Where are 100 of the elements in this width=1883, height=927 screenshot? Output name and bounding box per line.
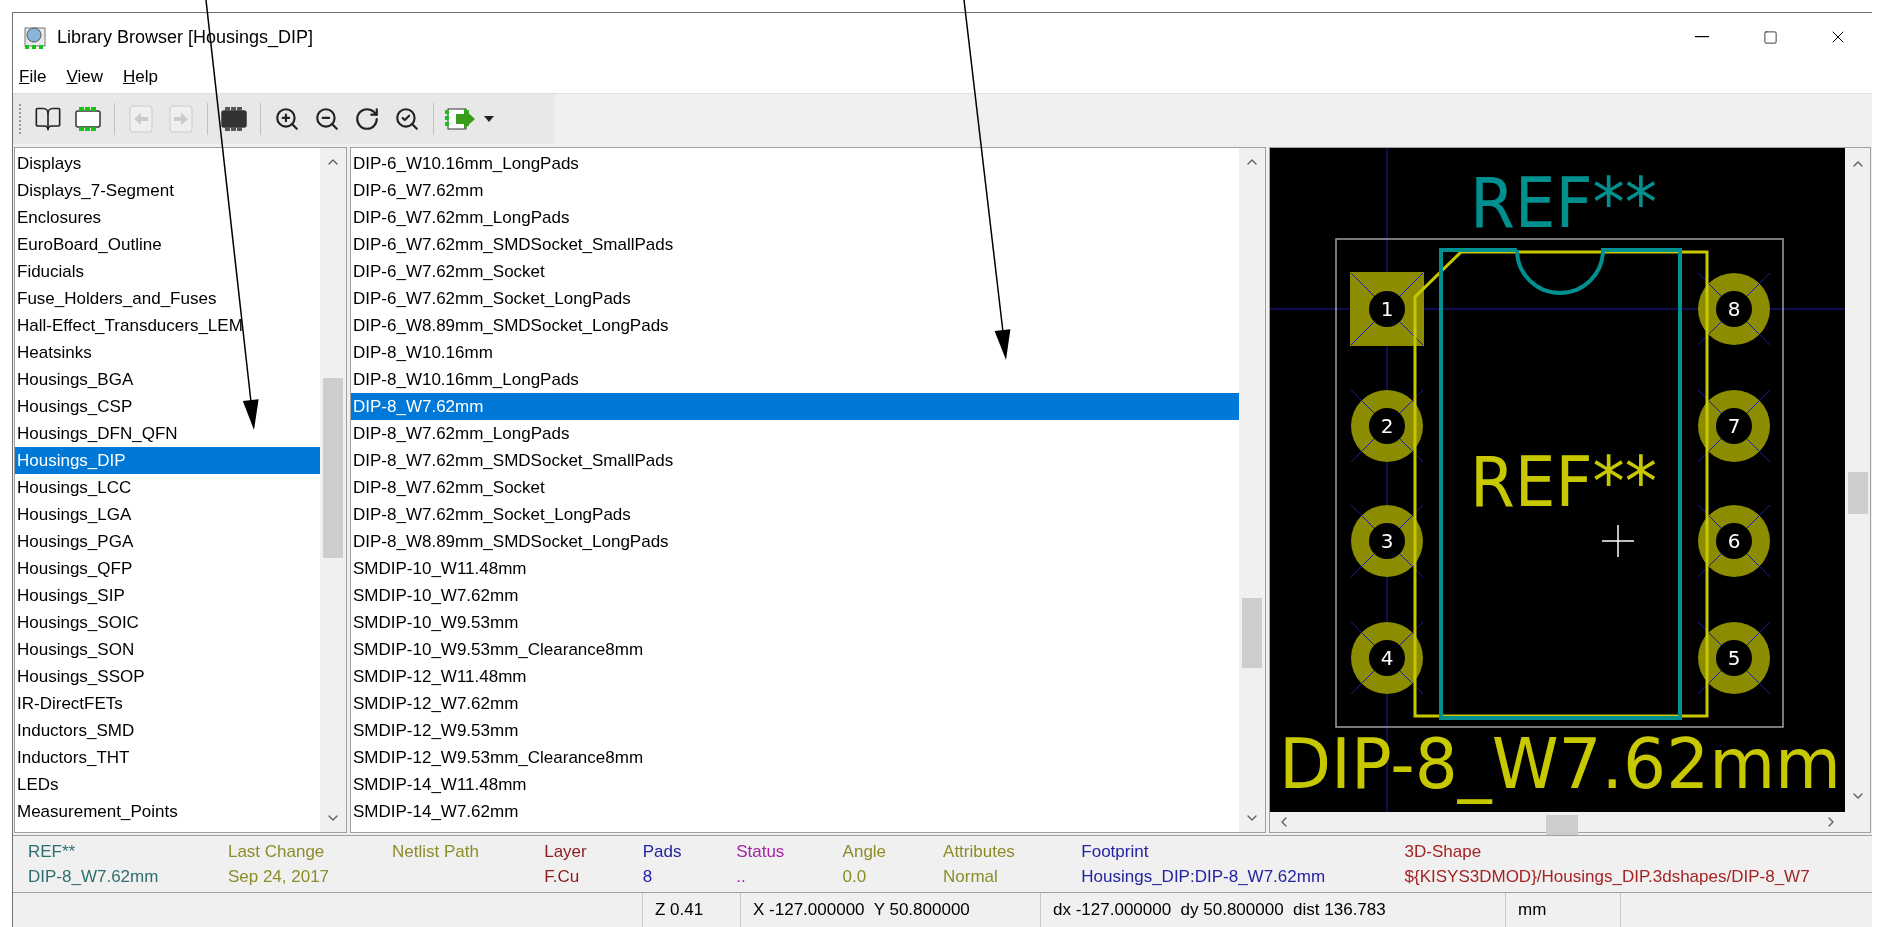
footprint-canvas[interactable]: 1 8 2 7 3 6 4 5 REF** REF** DIP-8_W7.62mm — [1270, 148, 1845, 812]
caret-icon — [484, 115, 494, 122]
list-item[interactable]: Housings_QFP — [15, 555, 320, 582]
maximize-icon — [1762, 29, 1778, 45]
list-item[interactable]: Measurement_Points — [15, 798, 320, 825]
list-item[interactable]: Enclosures — [15, 204, 320, 231]
chip-icon — [219, 105, 249, 132]
list-item[interactable]: Displays_7-Segment — [15, 177, 320, 204]
info-value: Normal — [943, 866, 999, 888]
redraw-icon — [354, 105, 380, 132]
list-item[interactable]: EuroBoard_Outline — [15, 231, 320, 258]
list-item[interactable]: Housings_SOIC — [15, 609, 320, 636]
list-item[interactable]: Housings_SON — [15, 636, 320, 663]
list-item[interactable]: Heatsinks — [15, 339, 320, 366]
list-item[interactable]: Housings_LGA — [15, 501, 320, 528]
info-label: Attributes — [943, 841, 1016, 863]
scrollbar[interactable] — [1239, 148, 1265, 832]
list-item[interactable]: Housings_DIP — [15, 447, 320, 474]
list-item[interactable]: DIP-8_W10.16mm — [351, 339, 1239, 366]
scroll-thumb[interactable] — [323, 378, 343, 558]
list-item[interactable]: SMDIP-10_W9.53mm — [351, 609, 1239, 636]
status-text: Z 0.41 — [655, 899, 704, 922]
info-value: 8 — [642, 866, 654, 888]
menu-item[interactable]: File — [19, 64, 47, 90]
list-item[interactable]: DIP-8_W7.62mm_LongPads — [351, 420, 1239, 447]
list-item[interactable]: Fuse_Holders_and_Fuses — [15, 285, 320, 312]
zoom-in-icon — [274, 105, 300, 132]
chip-icon — [73, 105, 103, 132]
pad: 1 — [1350, 272, 1424, 346]
info-value: .. — [736, 866, 747, 888]
value-text: REF** — [1470, 441, 1674, 523]
menu-item[interactable]: Help — [122, 64, 158, 90]
list-item[interactable]: Displays — [15, 150, 320, 177]
app-icon — [23, 24, 49, 50]
list-item[interactable]: Hall-Effect_Transducers_LEM — [15, 312, 320, 339]
list-item[interactable]: DIP-6_W7.62mm — [351, 177, 1239, 204]
pad: 2 — [1350, 389, 1424, 463]
info-label: Last Change — [227, 841, 326, 863]
info-value: Sep 24, 2017 — [227, 866, 331, 888]
list-item[interactable]: SMDIP-12_W11.48mm — [351, 663, 1239, 690]
list-item[interactable]: DIP-6_W7.62mm_LongPads — [351, 204, 1239, 231]
zoom-fit-icon — [394, 105, 420, 132]
list-item[interactable]: Fiducials — [15, 258, 320, 285]
list-item[interactable]: DIP-8_W7.62mm_Socket — [351, 474, 1239, 501]
list-item[interactable]: SMDIP-10_W11.48mm — [351, 555, 1239, 582]
list-item[interactable]: Housings_BGA — [15, 366, 320, 393]
minimize-icon — [1695, 36, 1709, 38]
pad: 5 — [1697, 621, 1771, 695]
info-label: Netlist Path — [392, 841, 480, 863]
info-label: Status — [736, 841, 786, 863]
list-item[interactable]: Housings_SIP — [15, 582, 320, 609]
list-item[interactable]: Housings_PGA — [15, 528, 320, 555]
info-label: 3D-Shape — [1404, 841, 1483, 863]
list-item[interactable]: Housings_SSOP — [15, 663, 320, 690]
scroll-thumb[interactable] — [1242, 598, 1262, 668]
menu-item[interactable]: View — [66, 64, 103, 90]
info-value: Housings_DIP:DIP-8_W7.62mm — [1081, 866, 1327, 888]
status-text: X -127.000000 Y 50.800000 — [753, 899, 970, 922]
list-item[interactable]: SMDIP-10_W9.53mm_Clearance8mm — [351, 636, 1239, 663]
list-item[interactable]: LEDs — [15, 771, 320, 798]
list-item[interactable]: SMDIP-14_W11.48mm — [351, 771, 1239, 798]
status-text: dx -127.000000 dy 50.800000 dist 136.783 — [1053, 899, 1386, 922]
list-item[interactable]: DIP-8_W7.62mm_SMDSocket_SmallPads — [351, 447, 1239, 474]
list-item[interactable]: DIP-8_W8.89mm_SMDSocket_LongPads — [351, 528, 1239, 555]
list-item[interactable]: SMDIP-10_W7.62mm — [351, 582, 1239, 609]
pad: 3 — [1350, 504, 1424, 578]
list-item[interactable]: DIP-6_W7.62mm_Socket_LongPads — [351, 285, 1239, 312]
list-item[interactable]: SMDIP-12_W7.62mm — [351, 690, 1239, 717]
scroll-thumb[interactable] — [1546, 815, 1578, 835]
list-item[interactable]: DIP-8_W7.62mm_Socket_LongPads — [351, 501, 1239, 528]
list-item[interactable]: DIP-6_W7.62mm_SMDSocket_SmallPads — [351, 231, 1239, 258]
info-label: Angle — [842, 841, 888, 863]
info-value: DIP-8_W7.62mm — [28, 866, 160, 888]
status-text: mm — [1518, 899, 1547, 922]
list-item[interactable]: DIP-6_W8.89mm_SMDSocket_LongPads — [351, 312, 1239, 339]
list-item[interactable]: SMDIP-12_W9.53mm_Clearance8mm — [351, 744, 1239, 771]
list-item[interactable]: Inductors_SMD — [15, 717, 320, 744]
info-label: Pads — [642, 841, 683, 863]
list-item[interactable]: DIP-6_W7.62mm_Socket — [351, 258, 1239, 285]
list-item[interactable]: DIP-6_W10.16mm_LongPads — [351, 150, 1239, 177]
info-value: F.Cu — [544, 866, 581, 888]
list-item[interactable]: Housings_LCC — [15, 474, 320, 501]
scrollbar[interactable] — [320, 148, 346, 832]
list-item[interactable]: SMDIP-14_W7.62mm — [351, 798, 1239, 825]
info-value: ${KISYS3DMOD}/Housings_DIP.3dshapes/DIP-8_W7 — [1404, 866, 1811, 888]
pad: 4 — [1350, 621, 1424, 695]
pad: 6 — [1697, 504, 1771, 578]
list-item[interactable]: Housings_CSP — [15, 393, 320, 420]
info-label: REF** — [28, 841, 77, 863]
list-item[interactable]: SMDIP-12_W9.53mm — [351, 717, 1239, 744]
list-item[interactable]: IR-DirectFETs — [15, 690, 320, 717]
footprint-name-text: DIP-8_W7.62mm — [1279, 723, 1845, 805]
info-label: Layer — [544, 841, 588, 863]
list-item[interactable]: Inductors_THT — [15, 744, 320, 771]
list-item[interactable]: DIP-8_W7.62mm — [351, 393, 1239, 420]
reference-text: REF** — [1470, 162, 1674, 244]
list-item[interactable]: DIP-8_W10.16mm_LongPads — [351, 366, 1239, 393]
toolbar-grip[interactable] — [19, 103, 22, 134]
list-item[interactable]: Housings_DFN_QFN — [15, 420, 320, 447]
scroll-thumb[interactable] — [1848, 472, 1868, 514]
